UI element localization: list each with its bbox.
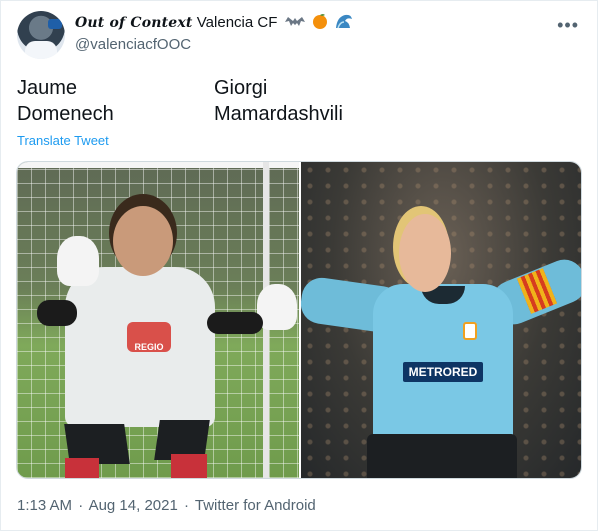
shirt-logo: REGIO [127,322,171,352]
orange-icon [312,13,328,35]
crossbar [17,162,299,168]
avatar-shirt [25,41,57,59]
tweet-text-right-column: Giorgi Mamardashvili [214,75,343,127]
tweet-text-line: Giorgi [214,77,268,99]
left-sock [65,458,99,478]
left-arm [37,300,77,326]
author-avatar[interactable] [17,11,65,59]
author-names: Out of Context Valencia CF @valenciacfOO… [75,13,353,55]
display-name-styled: Out of Context [75,15,193,31]
shirt-sponsor: METRORED [403,362,483,382]
right-sock [171,454,207,478]
translate-tweet-link[interactable]: Translate Tweet [17,133,109,148]
keeper-head [399,214,451,292]
tweet-text-left-column: Jaume Domenech [17,75,114,127]
author-display-name[interactable]: Out of Context Valencia CF [75,13,353,35]
author-handle[interactable]: @valenciacfOOC [75,35,353,55]
tweet-card: Out of Context Valencia CF @valenciacfOO… [0,0,598,531]
avatar-badge [48,19,62,29]
bat-icon [284,15,305,35]
tweet-text-line: Jaume [17,77,78,99]
club-crest [463,322,477,340]
left-glove [57,236,99,286]
display-name-club: Valencia CF [196,14,278,31]
right-arm [207,312,263,334]
tweet-text-line: Mamardashvili [214,103,343,125]
meta-separator: · [183,497,189,514]
tweet-media[interactable]: REGIO METRORED [16,161,582,479]
tweet-meta: 1:13 AM · Aug 14, 2021 · Twitter for And… [17,497,316,514]
tweet-source[interactable]: Twitter for Android [195,497,316,514]
tweet-text-line: Domenech [17,103,114,125]
keeper-shorts [367,434,517,478]
wave-icon [335,13,353,35]
media-image-left[interactable]: REGIO [17,162,299,478]
shirt-sponsor: REGIO [134,342,164,352]
tweet-time[interactable]: 1:13 AM [17,497,72,514]
meta-separator: · [78,497,84,514]
right-glove [257,284,297,330]
tweet-date[interactable]: Aug 14, 2021 [89,497,178,514]
media-image-right[interactable]: METRORED [301,162,581,478]
keeper-head [113,206,173,276]
more-options-icon[interactable]: ••• [557,15,579,36]
